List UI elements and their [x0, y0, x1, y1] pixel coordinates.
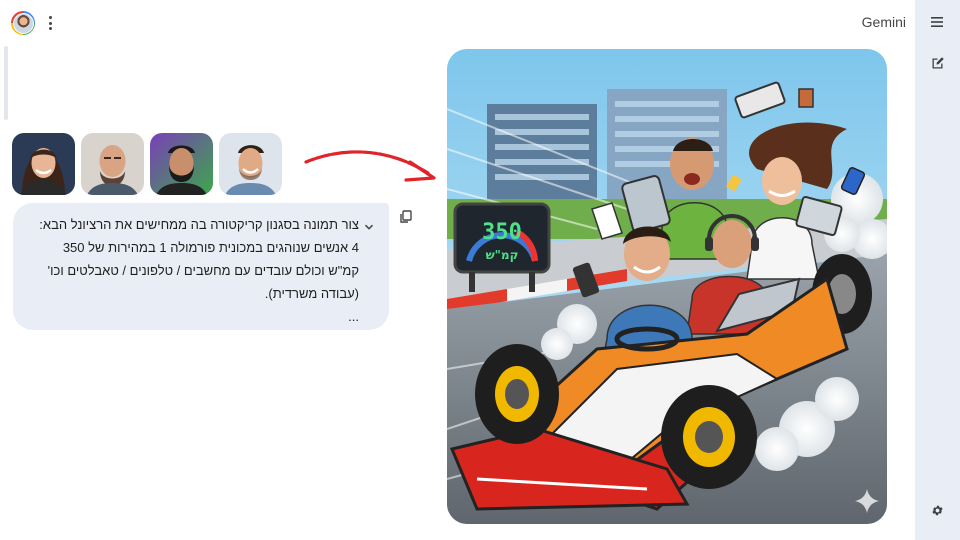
uploaded-photos.0[interactable]: [12, 133, 75, 195]
prompt-text: צור תמונה בסגנון קריקטורה בה ממחישים את …: [37, 213, 359, 328]
more-vert-icon[interactable]: [44, 14, 56, 32]
prompt-bubble: צור תמונה בסגנון קריקטורה בה ממחישים את …: [13, 203, 389, 330]
uploaded-photos.1[interactable]: [81, 133, 144, 195]
account-avatar[interactable]: [11, 11, 35, 35]
uploaded-photos.3[interactable]: [219, 133, 282, 195]
uploaded-photos.2[interactable]: [150, 133, 213, 195]
prompt-ellipsis: ...: [348, 309, 359, 324]
edit-note-icon[interactable]: [927, 52, 947, 72]
right-rail: [915, 0, 960, 540]
copy-icon[interactable]: [398, 209, 414, 225]
prompt-line: קמ"ש וכולם עובדים עם מחשבים / טלפונים / …: [47, 263, 359, 278]
chevron-down-icon[interactable]: [363, 221, 375, 233]
prompt-line: 4 אנשים שנוהגים במכונית פורמולה 1 במהירו…: [62, 240, 359, 255]
prompt-line: צור תמונה בסגנון קריקטורה בה ממחישים את …: [39, 217, 359, 232]
speedometer-value: 350: [482, 220, 522, 245]
annotation-arrow: [304, 150, 436, 182]
generated-image[interactable]: 350 קמ"ש: [447, 49, 887, 524]
gear-icon[interactable]: [927, 500, 947, 520]
avatar-photo: [12, 12, 34, 34]
uploaded-photos: [12, 133, 282, 195]
prompt-line: (עבודה משרדית).: [264, 286, 359, 301]
brand-title: Gemini: [861, 14, 906, 30]
scroll-indicator[interactable]: [4, 46, 8, 120]
menu-icon[interactable]: [927, 12, 947, 32]
speedometer-unit: קמ"ש: [486, 248, 519, 262]
